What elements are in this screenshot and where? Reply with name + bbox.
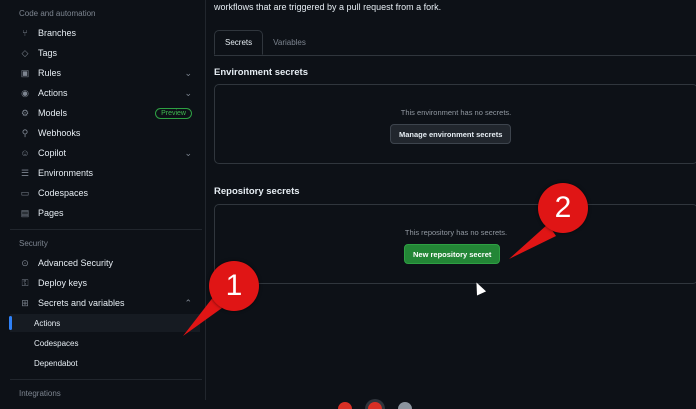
taskbar <box>0 400 696 409</box>
app-taskbar-icon[interactable] <box>398 402 412 409</box>
annotation-badge-2: 2 <box>538 183 588 233</box>
annotation-arrows <box>183 224 556 336</box>
browser-taskbar-icon[interactable] <box>338 402 352 409</box>
browser-taskbar-icon[interactable] <box>368 402 382 409</box>
annotation-badge-1: 1 <box>209 261 259 311</box>
